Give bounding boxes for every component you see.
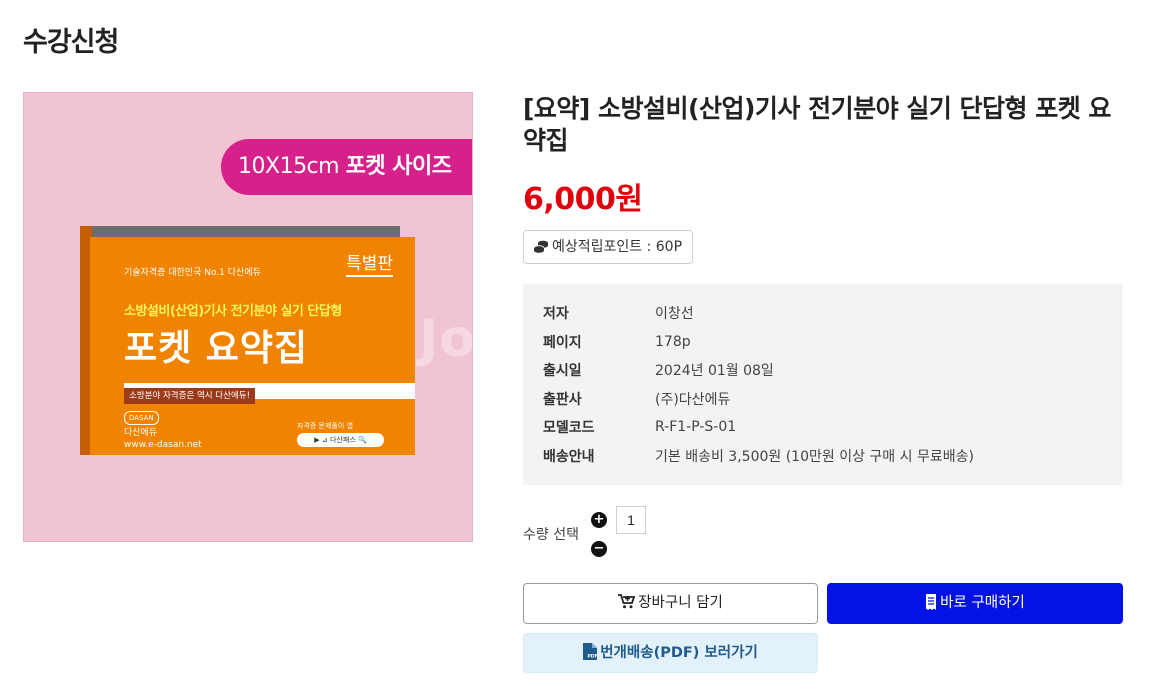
info-row-shipping: 배송안내 기본 배송비 3,500원 (10만원 이상 구매 시 무료배송) — [543, 442, 1123, 471]
quantity-decrease-button[interactable]: − — [591, 541, 607, 557]
info-value: R-F1-P-S-01 — [655, 419, 737, 436]
size-badge: 10X15cm 포켓 사이즈 — [221, 139, 472, 195]
cart-icon — [618, 594, 636, 609]
publisher-url: www.e-dasan.net — [124, 440, 202, 450]
book-subtitle: 소방설비(산업)기사 전기분야 실기 단답형 — [124, 304, 342, 319]
info-label: 모델코드 — [543, 420, 595, 437]
product-price: 6,000원 — [523, 182, 643, 217]
size-badge-text: 포켓 사이즈 — [345, 154, 452, 179]
book-cover: 기술자격증 대한민국 No.1 다산에듀 특별판 소방설비(산업)기사 전기분야… — [90, 237, 415, 455]
publisher-logo: DASAN — [124, 411, 159, 425]
buy-now-button[interactable]: 바로 구매하기 — [827, 583, 1123, 624]
book-app-bar: ▶ ⊿ 다산패스 🔍 — [297, 433, 384, 447]
product-info-table: 저자 이창선 페이지 178p 출시일 2024년 01월 08일 출판사 (주… — [523, 284, 1123, 485]
book-edition: 특별판 — [346, 249, 393, 277]
info-value: 178p — [655, 333, 691, 350]
info-row-author: 저자 이창선 — [543, 299, 1123, 328]
book-app-label: 자격증 문제풀이 앱 — [297, 422, 353, 430]
coins-icon — [533, 240, 548, 253]
buy-now-label: 바로 구매하기 — [940, 595, 1025, 611]
info-row-model-code: 모델코드 R-F1-P-S-01 — [543, 413, 1123, 442]
book-tag: 기술자격증 대한민국 No.1 다산에듀 — [124, 268, 261, 278]
product-image: 10X15cm 포켓 사이즈 기술자격증 대한민국 No.1 다산에듀 특별판 … — [23, 92, 473, 542]
pdf-file-icon: PDF — [583, 643, 598, 660]
add-to-cart-label: 장바구니 담기 — [638, 595, 723, 611]
points-text: 예상적립포인트 : 60P — [552, 239, 683, 255]
info-value: 2024년 01월 08일 — [655, 363, 774, 380]
info-label: 페이지 — [543, 334, 582, 351]
size-badge-num: 10X15cm — [238, 154, 340, 179]
svg-text:PDF: PDF — [588, 653, 598, 659]
product-name: [요약] 소방설비(산업)기사 전기분야 실기 단답형 포켓 요약집 — [523, 94, 1111, 155]
info-label: 저자 — [543, 306, 569, 323]
book-publisher: DASAN 다산에듀 www.e-dasan.net — [124, 411, 202, 451]
points-badge: 예상적립포인트 : 60P — [523, 230, 694, 264]
info-row-release-date: 출시일 2024년 01월 08일 — [543, 356, 1123, 385]
book-slogan-text: 소방분야 자격증은 역시 다산에듀! — [124, 388, 255, 404]
book-title: 포켓 요약집 — [124, 328, 309, 369]
page-title: 수강신청 — [23, 27, 119, 58]
quantity-increase-button[interactable]: + — [591, 512, 607, 528]
watermark: Jooomaal — [419, 309, 473, 369]
info-label: 출시일 — [543, 363, 582, 380]
quantity-label: 수량 선택 — [523, 527, 579, 543]
info-value: 이창선 — [655, 306, 694, 323]
pdf-delivery-button[interactable]: PDF 번개배송(PDF) 보러가기 — [523, 633, 818, 673]
info-label: 배송안내 — [543, 448, 595, 465]
info-row-publisher: 출판사 (주)다산에듀 — [543, 385, 1123, 414]
info-value: (주)다산에듀 — [655, 391, 731, 408]
add-to-cart-button[interactable]: 장바구니 담기 — [523, 583, 818, 624]
info-row-pages: 페이지 178p — [543, 328, 1123, 357]
book-slogan: 소방분야 자격증은 역시 다산에듀! — [124, 383, 415, 404]
info-value: 기본 배송비 3,500원 (10만원 이상 구매 시 무료배송) — [655, 448, 974, 465]
quantity-input[interactable] — [616, 506, 646, 534]
pdf-delivery-label: 번개배송(PDF) 보러가기 — [600, 645, 758, 661]
receipt-icon — [926, 593, 937, 610]
publisher-name: 다산에듀 — [124, 428, 158, 438]
info-label: 출판사 — [543, 391, 582, 408]
